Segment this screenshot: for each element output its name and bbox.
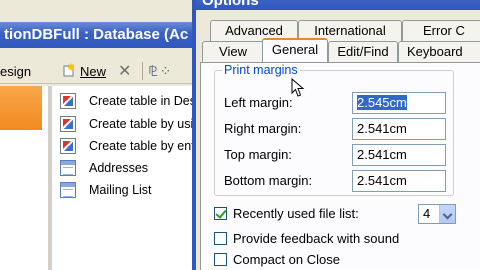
bottom-margin-value: 2.541cm	[357, 173, 407, 188]
list-item[interactable]: Addresses	[52, 157, 200, 179]
right-margin-label: Right margin:	[224, 121, 302, 136]
wizard-icon	[60, 116, 76, 132]
recent-files-count: 4	[423, 206, 431, 221]
dialog-title: Options	[202, 0, 259, 9]
compact-on-close-label: Compact on Close	[233, 252, 340, 267]
tab-general[interactable]: General	[262, 38, 328, 62]
table-icon	[60, 160, 76, 176]
top-margin-value: 2.541cm	[357, 147, 407, 162]
recent-files-label: Recently used file list:	[233, 206, 359, 221]
delete-icon[interactable]: ✕	[118, 61, 131, 81]
wizard-icon	[60, 93, 76, 109]
list-item-label: Create table by usi	[89, 117, 194, 131]
left-margin-value: 2.545cm	[357, 95, 407, 110]
chevron-down-icon[interactable]	[439, 205, 455, 223]
list-item-label: Create table in Des	[89, 94, 197, 108]
objects-bar-selected-item[interactable]	[0, 86, 42, 130]
tab-edit-find[interactable]: Edit/Find	[328, 41, 398, 63]
toolbar-separator	[142, 62, 143, 80]
top-margin-field[interactable]: 2.541cm	[352, 144, 446, 166]
tab-error-checking[interactable]: Error C	[402, 20, 480, 42]
list-item[interactable]: Create table by usi	[52, 113, 200, 135]
right-margin-field[interactable]: 2.541cm	[352, 118, 446, 140]
list-item-label: Mailing List	[89, 183, 152, 197]
left-margin-field[interactable]: 2.545cm	[352, 92, 446, 114]
tab-label: Edit/Find	[337, 44, 389, 59]
recent-files-checkbox[interactable]	[214, 207, 227, 220]
list-item[interactable]: Mailing List	[52, 179, 200, 201]
list-item-label: Addresses	[89, 161, 149, 175]
tab-keyboard[interactable]: Keyboard	[398, 41, 480, 63]
database-window-title: tionDBFull : Database (Ac	[0, 22, 200, 48]
print-margins-legend: Print margins	[222, 63, 300, 77]
table-icon	[60, 182, 76, 198]
wizard-icon	[60, 138, 76, 154]
database-toolbar: esign New ✕ ⅊⁘	[0, 58, 200, 84]
tab-view[interactable]: View	[202, 41, 264, 63]
options-dialog: Options Advanced International Error C V…	[192, 0, 480, 270]
tab-label: General	[271, 42, 319, 57]
small-icons-view-icon[interactable]: ⁘	[160, 63, 174, 79]
large-icons-view-icon[interactable]: ⅊	[148, 63, 160, 79]
new-icon	[62, 63, 76, 77]
right-margin-value: 2.541cm	[357, 121, 407, 136]
design-button[interactable]: esign	[0, 64, 31, 79]
bottom-margin-label: Bottom margin:	[224, 173, 313, 188]
recent-files-count-select[interactable]: 4	[418, 204, 456, 224]
list-item-label: Create table by ent	[89, 139, 195, 153]
dialog-titlebar[interactable]: Options	[196, 0, 480, 10]
top-margin-label: Top margin:	[224, 147, 292, 162]
objects-list: Create table in Des Create table by usi …	[52, 86, 200, 270]
bottom-margin-field[interactable]: 2.541cm	[352, 170, 446, 192]
compact-on-close-checkbox[interactable]	[214, 253, 227, 266]
tab-label: Keyboard	[407, 44, 463, 59]
view-icons[interactable]: ⅊⁘	[148, 62, 173, 81]
list-item[interactable]: Create table by ent	[52, 135, 200, 157]
list-item[interactable]: Create table in Des	[52, 90, 200, 112]
left-margin-label: Left margin:	[224, 95, 293, 110]
feedback-sound-checkbox[interactable]	[214, 232, 227, 245]
tab-label: Error C	[423, 23, 465, 38]
tab-label: International	[314, 23, 386, 38]
mouse-pointer-icon	[291, 77, 305, 103]
feedback-sound-label: Provide feedback with sound	[233, 231, 400, 246]
tab-label: View	[219, 44, 247, 59]
new-button[interactable]: New	[80, 64, 106, 79]
tab-label: Advanced	[225, 23, 283, 38]
